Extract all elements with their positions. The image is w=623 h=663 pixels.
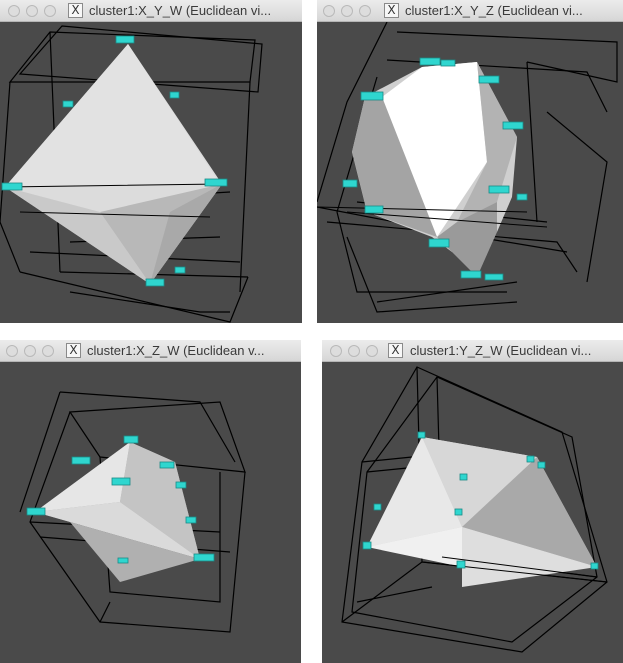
minimize-dot-icon[interactable]	[341, 5, 353, 17]
window-x-z-w[interactable]: X cluster1:X_Z_W (Euclidean v...	[0, 340, 301, 663]
titlebar[interactable]: X cluster1:X_Y_W (Euclidean vi...	[0, 0, 302, 22]
titlebar[interactable]: X cluster1:X_Y_Z (Euclidean vi...	[317, 0, 623, 22]
viewport-3d[interactable]	[0, 22, 302, 323]
zoom-dot-icon[interactable]	[366, 345, 378, 357]
x11-icon: X	[68, 3, 83, 18]
window-x-y-z[interactable]: X cluster1:X_Y_Z (Euclidean vi...	[317, 0, 623, 323]
minimize-dot-icon[interactable]	[26, 5, 38, 17]
window-x-y-w[interactable]: X cluster1:X_Y_W (Euclidean vi...	[0, 0, 302, 323]
window-title: cluster1:X_Z_W (Euclidean v...	[87, 343, 265, 358]
viewport-3d[interactable]	[322, 362, 623, 663]
minimize-dot-icon[interactable]	[24, 345, 36, 357]
titlebar[interactable]: X cluster1:X_Z_W (Euclidean v...	[0, 340, 301, 362]
window-title: cluster1:X_Y_Z (Euclidean vi...	[405, 3, 583, 18]
titlebar[interactable]: X cluster1:Y_Z_W (Euclidean vi...	[322, 340, 623, 362]
polytope-render	[317, 22, 618, 313]
zoom-dot-icon[interactable]	[44, 5, 56, 17]
zoom-dot-icon[interactable]	[359, 5, 371, 17]
window-title: cluster1:Y_Z_W (Euclidean vi...	[410, 343, 592, 358]
viewport-3d[interactable]	[0, 362, 301, 663]
window-title: cluster1:X_Y_W (Euclidean vi...	[89, 3, 272, 18]
polytope-render	[19, 391, 246, 633]
zoom-dot-icon[interactable]	[42, 345, 54, 357]
minimize-dot-icon[interactable]	[348, 345, 360, 357]
x11-icon: X	[388, 343, 403, 358]
close-dot-icon[interactable]	[323, 5, 335, 17]
x11-icon: X	[66, 343, 81, 358]
polytope-render	[341, 366, 608, 653]
viewport-3d[interactable]	[317, 22, 623, 323]
polytope-render	[0, 25, 263, 323]
x11-icon: X	[384, 3, 399, 18]
close-dot-icon[interactable]	[330, 345, 342, 357]
close-dot-icon[interactable]	[6, 345, 18, 357]
close-dot-icon[interactable]	[8, 5, 20, 17]
window-y-z-w[interactable]: X cluster1:Y_Z_W (Euclidean vi...	[322, 340, 623, 663]
